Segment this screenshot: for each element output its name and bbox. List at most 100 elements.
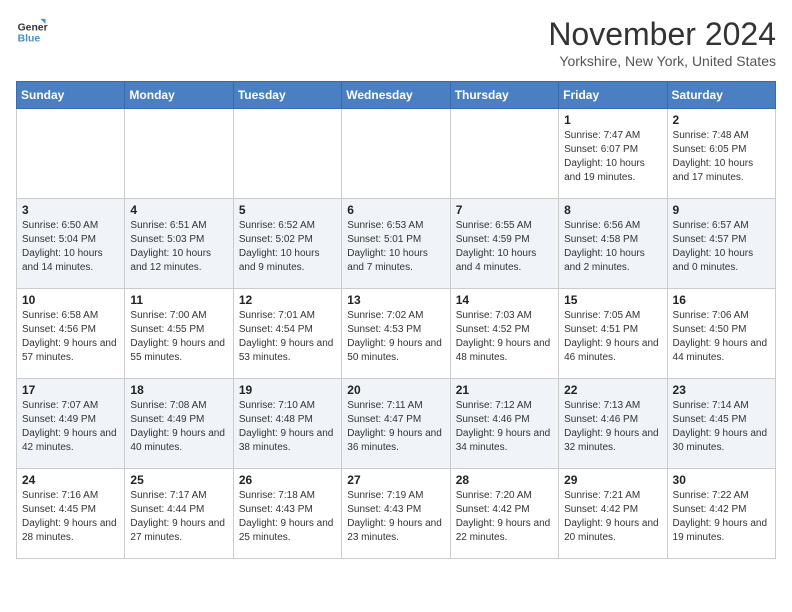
day-number: 29 [564, 473, 661, 487]
calendar-cell: 22Sunrise: 7:13 AMSunset: 4:46 PMDayligh… [559, 379, 667, 469]
day-info: Sunrise: 6:52 AMSunset: 5:02 PMDaylight:… [239, 219, 336, 275]
title-area: November 2024 Yorkshire, New York, Unite… [548, 16, 776, 69]
day-info: Sunrise: 7:22 AMSunset: 4:42 PMDaylight:… [673, 489, 770, 545]
calendar-cell: 15Sunrise: 7:05 AMSunset: 4:51 PMDayligh… [559, 289, 667, 379]
calendar-cell [450, 109, 558, 199]
calendar-cell: 16 Sunrise: 7:06 AMSunset: 4:50 PMDayligh… [667, 289, 775, 379]
day-number: 10 [22, 293, 119, 307]
day-info: Sunrise: 7:01 AMSunset: 4:54 PMDaylight:… [239, 309, 336, 365]
day-number: 11 [130, 293, 227, 307]
day-info: Sunrise: 7:13 AMSunset: 4:46 PMDaylight:… [564, 399, 661, 455]
day-number: 9 [673, 203, 770, 217]
calendar-week-row: 24Sunrise: 7:16 AMSunset: 4:45 PMDayligh… [17, 469, 776, 559]
calendar-week-row: 3 Sunrise: 6:50 AMSunset: 5:04 PMDaylight… [17, 199, 776, 289]
day-number: 17 [22, 383, 119, 397]
day-number: 14 [456, 293, 553, 307]
svg-text:Blue: Blue [18, 34, 41, 45]
day-number: 6 [347, 203, 444, 217]
calendar-week-row: 17 Sunrise: 7:07 AMSunset: 4:49 PMDayligh… [17, 379, 776, 469]
day-info: Sunrise: 7:17 AMSunset: 4:44 PMDaylight:… [130, 489, 227, 545]
calendar-cell [342, 109, 450, 199]
day-info: Sunrise: 7:07 AMSunset: 4:49 PMDaylight:… [22, 399, 119, 455]
calendar-cell: 11Sunrise: 7:00 AMSunset: 4:55 PMDayligh… [125, 289, 233, 379]
day-number: 8 [564, 203, 661, 217]
calendar-cell: 19Sunrise: 7:10 AMSunset: 4:48 PMDayligh… [233, 379, 341, 469]
calendar-table: SundayMondayTuesdayWednesdayThursdayFrid… [16, 81, 776, 559]
day-number: 16 [673, 293, 770, 307]
day-number: 28 [456, 473, 553, 487]
calendar-cell: 25 Sunrise: 7:17 AMSunset: 4:44 PMDayligh… [125, 469, 233, 559]
calendar-cell: 26Sunrise: 7:18 AMSunset: 4:43 PMDayligh… [233, 469, 341, 559]
calendar-cell: 9Sunrise: 6:57 AMSunset: 4:57 PMDaylight… [667, 199, 775, 289]
day-info: Sunrise: 7:21 AMSunset: 4:42 PMDaylight:… [564, 489, 661, 545]
weekday-header: Wednesday [342, 82, 450, 109]
day-number: 21 [456, 383, 553, 397]
weekday-header: Sunday [17, 82, 125, 109]
calendar-cell [125, 109, 233, 199]
calendar-cell: 24Sunrise: 7:16 AMSunset: 4:45 PMDayligh… [17, 469, 125, 559]
day-number: 18 [130, 383, 227, 397]
calendar-cell: 29 Sunrise: 7:21 AMSunset: 4:42 PMDayligh… [559, 469, 667, 559]
svg-text:General: General [18, 22, 48, 33]
day-number: 3 [22, 203, 119, 217]
calendar-cell [17, 109, 125, 199]
calendar-cell: 1 Sunrise: 7:47 AMSunset: 6:07 PMDaylight… [559, 109, 667, 199]
calendar-cell: 3 Sunrise: 6:50 AMSunset: 5:04 PMDaylight… [17, 199, 125, 289]
weekday-header: Saturday [667, 82, 775, 109]
logo-icon: General Blue [16, 16, 48, 48]
day-info: Sunrise: 6:56 AMSunset: 4:58 PMDaylight:… [564, 219, 661, 275]
weekday-header: Friday [559, 82, 667, 109]
day-number: 1 [564, 113, 661, 127]
calendar-cell: 14 Sunrise: 7:03 AMSunset: 4:52 PMDayligh… [450, 289, 558, 379]
day-info: Sunrise: 7:06 AMSunset: 4:50 PMDaylight:… [673, 309, 770, 365]
calendar-cell: 10 Sunrise: 6:58 AMSunset: 4:56 PMDayligh… [17, 289, 125, 379]
weekday-header: Monday [125, 82, 233, 109]
day-info: Sunrise: 7:05 AMSunset: 4:51 PMDaylight:… [564, 309, 661, 365]
day-info: Sunrise: 7:11 AMSunset: 4:47 PMDaylight:… [347, 399, 444, 455]
weekday-header-row: SundayMondayTuesdayWednesdayThursdayFrid… [17, 82, 776, 109]
day-number: 23 [673, 383, 770, 397]
day-number: 12 [239, 293, 336, 307]
calendar-week-row: 1 Sunrise: 7:47 AMSunset: 6:07 PMDaylight… [17, 109, 776, 199]
day-info: Sunrise: 6:55 AMSunset: 4:59 PMDaylight:… [456, 219, 553, 275]
day-info: Sunrise: 7:03 AMSunset: 4:52 PMDaylight:… [456, 309, 553, 365]
day-info: Sunrise: 6:50 AMSunset: 5:04 PMDaylight:… [22, 219, 119, 275]
page-header: General Blue November 2024 Yorkshire, Ne… [16, 16, 776, 69]
calendar-cell: 2Sunrise: 7:48 AMSunset: 6:05 PMDaylight… [667, 109, 775, 199]
day-info: Sunrise: 6:58 AMSunset: 4:56 PMDaylight:… [22, 309, 119, 365]
calendar-cell: 5 Sunrise: 6:52 AMSunset: 5:02 PMDaylight… [233, 199, 341, 289]
day-number: 5 [239, 203, 336, 217]
calendar-cell: 8 Sunrise: 6:56 AMSunset: 4:58 PMDaylight… [559, 199, 667, 289]
day-info: Sunrise: 7:12 AMSunset: 4:46 PMDaylight:… [456, 399, 553, 455]
day-number: 27 [347, 473, 444, 487]
calendar-cell: 17 Sunrise: 7:07 AMSunset: 4:49 PMDayligh… [17, 379, 125, 469]
logo: General Blue [16, 16, 48, 48]
calendar-cell: 6Sunrise: 6:53 AMSunset: 5:01 PMDaylight… [342, 199, 450, 289]
calendar-cell: 4Sunrise: 6:51 AMSunset: 5:03 PMDaylight… [125, 199, 233, 289]
day-info: Sunrise: 7:20 AMSunset: 4:42 PMDaylight:… [456, 489, 553, 545]
month-title: November 2024 [548, 16, 776, 53]
calendar-cell: 7Sunrise: 6:55 AMSunset: 4:59 PMDaylight… [450, 199, 558, 289]
day-info: Sunrise: 6:51 AMSunset: 5:03 PMDaylight:… [130, 219, 227, 275]
day-info: Sunrise: 7:02 AMSunset: 4:53 PMDaylight:… [347, 309, 444, 365]
calendar-cell: 21 Sunrise: 7:12 AMSunset: 4:46 PMDayligh… [450, 379, 558, 469]
day-number: 25 [130, 473, 227, 487]
weekday-header: Thursday [450, 82, 558, 109]
calendar-cell: 30 Sunrise: 7:22 AMSunset: 4:42 PMDayligh… [667, 469, 775, 559]
calendar-cell [233, 109, 341, 199]
day-info: Sunrise: 7:08 AMSunset: 4:49 PMDaylight:… [130, 399, 227, 455]
calendar-cell: 20 Sunrise: 7:11 AMSunset: 4:47 PMDayligh… [342, 379, 450, 469]
calendar-cell: 23 Sunrise: 7:14 AMSunset: 4:45 PMDayligh… [667, 379, 775, 469]
day-number: 19 [239, 383, 336, 397]
day-number: 2 [673, 113, 770, 127]
day-number: 13 [347, 293, 444, 307]
day-info: Sunrise: 7:16 AMSunset: 4:45 PMDaylight:… [22, 489, 119, 545]
calendar-cell: 13 Sunrise: 7:02 AMSunset: 4:53 PMDayligh… [342, 289, 450, 379]
day-number: 20 [347, 383, 444, 397]
calendar-cell: 28 Sunrise: 7:20 AMSunset: 4:42 PMDayligh… [450, 469, 558, 559]
calendar-cell: 18 Sunrise: 7:08 AMSunset: 4:49 PMDayligh… [125, 379, 233, 469]
day-info: Sunrise: 7:14 AMSunset: 4:45 PMDaylight:… [673, 399, 770, 455]
location-subtitle: Yorkshire, New York, United States [548, 53, 776, 69]
day-info: Sunrise: 7:47 AMSunset: 6:07 PMDaylight:… [564, 129, 661, 185]
day-number: 30 [673, 473, 770, 487]
